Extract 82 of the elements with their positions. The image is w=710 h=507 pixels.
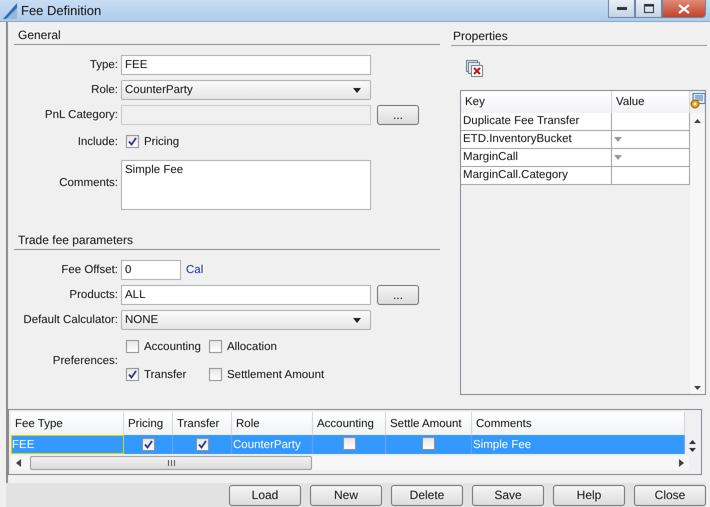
section-heading: General [14, 22, 440, 45]
delete-icon[interactable] [466, 60, 483, 77]
browse-button[interactable]: ... [377, 285, 419, 305]
column-header[interactable]: Value [612, 91, 690, 113]
comments-field[interactable]: Simple Fee [121, 160, 371, 210]
app-logo-icon [3, 3, 17, 19]
dropdown[interactable]: NONE [121, 310, 371, 330]
table-cell[interactable] [612, 167, 690, 185]
table-cell[interactable] [612, 149, 690, 167]
caret-icon [614, 137, 622, 142]
table-cell[interactable] [612, 131, 690, 149]
dropdown[interactable]: CounterParty [121, 80, 371, 100]
column-header[interactable]: Settle Amount [386, 412, 472, 436]
dialog-button[interactable]: Help [553, 484, 625, 506]
minimize-icon [616, 6, 626, 10]
dialog-button[interactable]: Delete [391, 484, 463, 506]
checkbox[interactable] [209, 340, 222, 353]
column-header[interactable]: Key [461, 91, 612, 113]
dialog-button[interactable]: Save [472, 484, 544, 506]
column-header[interactable]: Comments [472, 412, 685, 436]
checkbox[interactable] [422, 436, 435, 450]
table-cell: Duplicate Fee Transfer [461, 113, 612, 131]
table-cell: MarginCall.Category [461, 167, 612, 185]
up-down-arrow-icon [688, 438, 697, 452]
table-settings-icon[interactable] [690, 93, 705, 109]
left-arrow-icon[interactable] [16, 459, 22, 467]
up-arrow-icon[interactable] [694, 119, 701, 123]
caret-icon [353, 88, 361, 92]
checkbox[interactable] [342, 436, 356, 450]
right-arrow-icon[interactable] [678, 459, 684, 467]
scrollbar[interactable] [11, 456, 689, 470]
column-header[interactable]: Accounting [312, 412, 386, 436]
checkbox[interactable] [142, 438, 154, 451]
down-arrow-icon[interactable] [694, 386, 701, 390]
field-label: Preferences: [52, 354, 118, 366]
field-label: Products: [68, 289, 118, 301]
column-header[interactable]: Fee Type [11, 412, 124, 436]
checkbox[interactable] [126, 368, 139, 381]
column-header[interactable]: Pricing [124, 412, 172, 436]
checkbox[interactable] [209, 368, 222, 381]
table-cell[interactable] [612, 113, 690, 131]
checkbox[interactable] [126, 340, 139, 353]
section-heading: Properties [451, 29, 707, 46]
checkbox[interactable] [126, 135, 139, 148]
unit-label: Cal [186, 264, 204, 276]
column-header[interactable]: Transfer [172, 412, 232, 436]
scroll-thumb[interactable] [30, 456, 312, 470]
checkbox-label: Accounting [144, 340, 201, 352]
field-label: Type: [88, 59, 118, 71]
checkbox-label: Pricing [144, 136, 180, 148]
dialog-button[interactable]: Close [634, 484, 706, 506]
maximize-button[interactable] [635, 0, 662, 18]
input-field[interactable]: FEE [121, 55, 371, 75]
table-cell: Simple Fee [472, 435, 685, 454]
field-label: Comments: [58, 177, 118, 189]
table-cell: FEE [11, 435, 124, 454]
dialog-button[interactable]: New [310, 484, 382, 506]
table-cell: CounterParty [232, 435, 312, 454]
field-label: Fee Offset: [60, 264, 118, 276]
table-cell: ETD.InventoryBucket [461, 131, 612, 149]
section-heading: Trade fee parameters [14, 227, 440, 250]
field-label: Include: [76, 136, 118, 148]
field-label: PnL Category: [44, 109, 118, 121]
checkbox-label: Transfer [144, 368, 186, 380]
window-title: Fee Definition [21, 3, 102, 18]
close-icon [678, 4, 690, 14]
caret-icon [353, 318, 361, 322]
input-field[interactable]: ALL [121, 285, 371, 305]
checkbox[interactable] [196, 438, 208, 451]
maximize-icon [644, 4, 654, 13]
dialog-button[interactable]: Load [229, 484, 301, 506]
field-label: Default Calculator: [22, 314, 118, 326]
checkbox-label: Settlement Amount [227, 368, 324, 380]
checkbox-label: Allocation [227, 340, 277, 352]
grip-icon [168, 460, 174, 466]
column-header[interactable]: Role [232, 412, 312, 436]
input-field[interactable]: 0 [121, 260, 181, 280]
close-button[interactable] [662, 0, 706, 18]
minimize-button[interactable] [608, 0, 635, 18]
field-label: Role: [90, 84, 118, 96]
caret-icon [614, 155, 622, 160]
table-cell: MarginCall [461, 149, 612, 167]
